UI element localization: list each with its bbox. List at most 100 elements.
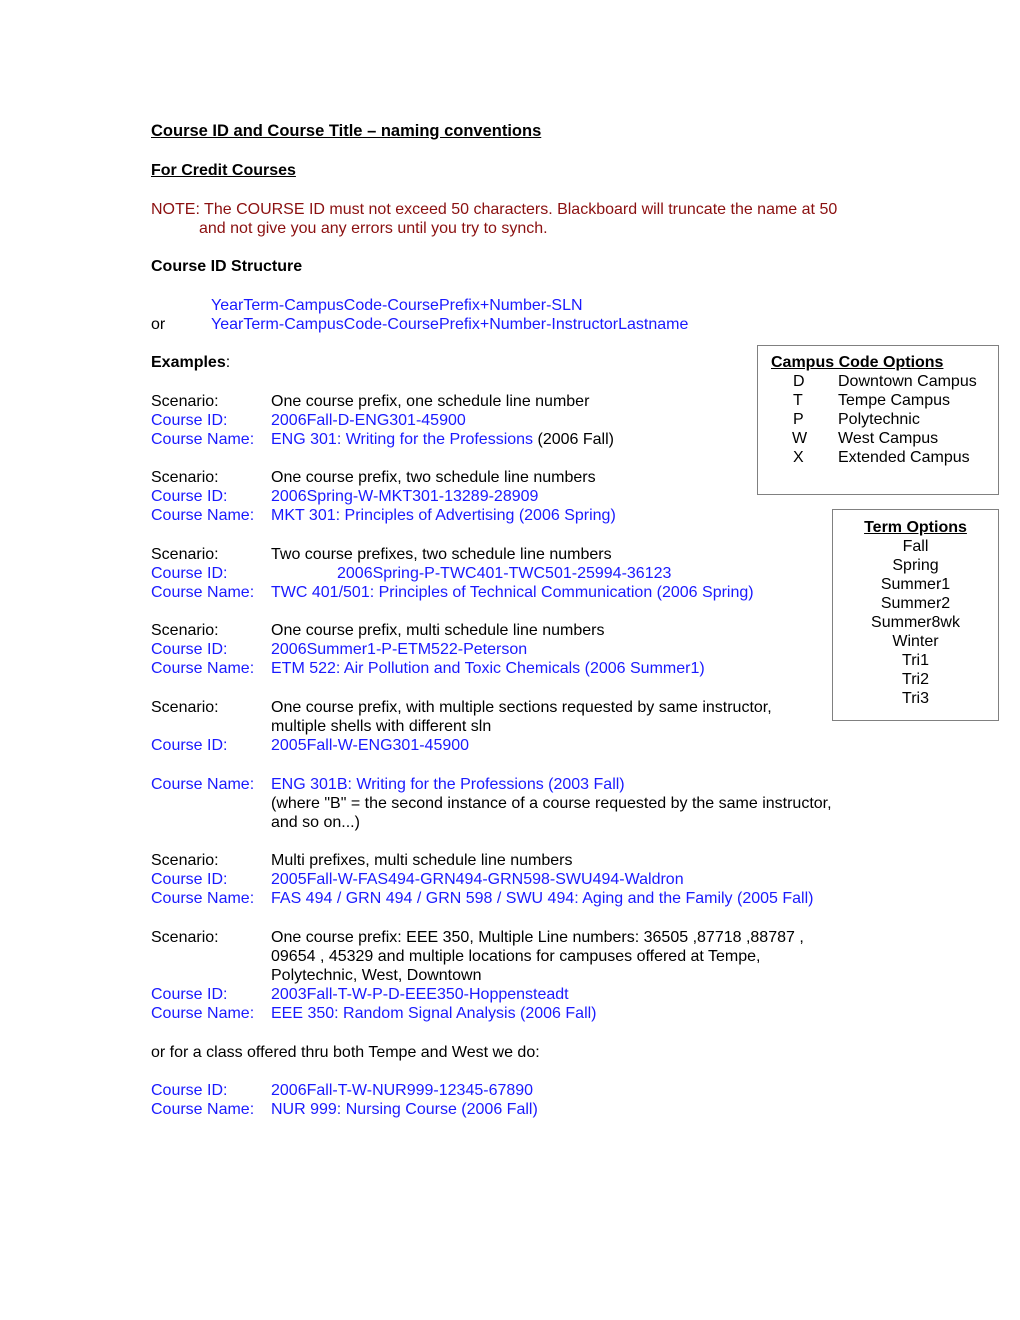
course-name-label: Course Name: xyxy=(151,431,255,448)
course-name-label: Course Name: xyxy=(151,1101,255,1118)
course-id-label: Course ID: xyxy=(151,641,228,658)
scenario-label: Scenario: xyxy=(151,929,219,946)
course-id-label: Course ID: xyxy=(151,871,228,888)
campus-code-item: D xyxy=(793,373,805,390)
course-id-value: 2005Fall-W-ENG301-45900 xyxy=(271,737,470,754)
example-5-course-name: Course Name: ENG 301B: Writing for the P… xyxy=(0,775,1020,794)
course-id-label: Course ID: xyxy=(151,412,228,429)
or-label: or xyxy=(151,316,166,333)
term-option-item: Spring xyxy=(892,557,939,574)
structure-pattern-instructor: YearTerm-CampusCode-CoursePrefix+Number-… xyxy=(211,316,689,333)
scenario-label: Scenario: xyxy=(151,852,219,869)
campus-name-item: Tempe Campus xyxy=(838,392,951,409)
course-name-label: Course Name: xyxy=(151,507,255,524)
campus-code-item: P xyxy=(793,411,804,428)
scenario-text: Multi prefixes, multi schedule line numb… xyxy=(271,852,573,869)
note-line-2: and not give you any errors until you tr… xyxy=(199,220,548,237)
example-6-course-id: Course ID: 2005Fall-W-FAS494-GRN494-GRN5… xyxy=(0,870,1020,889)
course-name-value: ENG 301: Writing for the Professions (20… xyxy=(271,430,614,449)
course-id-label: Course ID: xyxy=(151,986,228,1003)
example-7-scenario-cont-1: 09654 , 45329 and multiple locations for… xyxy=(0,947,1020,966)
alt-example-intro: or for a class offered thru both Tempe a… xyxy=(151,1044,540,1061)
note-text-line-2: and so on...) xyxy=(271,814,360,831)
course-name-value: ENG 301B: Writing for the Professions (2… xyxy=(271,776,625,793)
course-id-value: 2005Fall-W-FAS494-GRN494-GRN598-SWU494-W… xyxy=(271,871,684,888)
campus-code-item: X xyxy=(793,449,804,466)
course-name-term: (2006 Fall) xyxy=(533,431,614,448)
scenario-text-line-3: Polytechnic, West, Downtown xyxy=(271,967,482,984)
term-option-item: Tri1 xyxy=(902,652,929,669)
term-options-heading: Term Options xyxy=(864,519,967,536)
example-5-course-id: Course ID: 2005Fall-W-ENG301-45900 xyxy=(0,736,1020,755)
course-name-label: Course Name: xyxy=(151,776,255,793)
note-text-line-1: (where "B" = the second instance of a co… xyxy=(271,795,832,812)
course-name-label: Course Name: xyxy=(151,584,255,601)
scenario-text-line-1: One course prefix, with multiple section… xyxy=(271,699,772,716)
scenario-text-line-2: multiple shells with different sln xyxy=(271,718,492,735)
page-title: Course ID and Course Title – naming conv… xyxy=(151,122,542,140)
scenario-text: One course prefix, multi schedule line n… xyxy=(271,622,605,639)
scenario-label: Scenario: xyxy=(151,393,219,410)
term-option-item: Tri2 xyxy=(902,671,929,688)
examples-heading-text: Examples xyxy=(151,354,226,371)
course-id-value: 2006Fall-D-ENG301-45900 xyxy=(271,412,466,429)
course-id-value: 2006Fall-T-W-NUR999-12345-67890 xyxy=(271,1082,534,1099)
course-id-structure-heading: Course ID Structure xyxy=(151,258,303,275)
example-7-course-id: Course ID: 2003Fall-T-W-P-D-EEE350-Hoppe… xyxy=(0,985,1020,1004)
campus-name-item: West Campus xyxy=(838,430,939,447)
course-name-label: Course Name: xyxy=(151,660,255,677)
course-name-label: Course Name: xyxy=(151,1005,255,1022)
term-option-item: Summer1 xyxy=(880,576,951,593)
example-7-course-name: Course Name: EEE 350: Random Signal Anal… xyxy=(0,1004,1020,1023)
course-name-value: ETM 522: Air Pollution and Toxic Chemica… xyxy=(271,660,705,677)
course-name-value: TWC 401/501: Principles of Technical Com… xyxy=(271,584,754,601)
term-option-item: Tri3 xyxy=(902,690,929,707)
course-id-label: Course ID: xyxy=(151,737,228,754)
example-7-scenario: Scenario: One course prefix: EEE 350, Mu… xyxy=(0,928,1020,947)
course-name-label: Course Name: xyxy=(151,890,255,907)
campus-code-options-box: Campus Code Options D Downtown Campus T … xyxy=(757,345,999,495)
scenario-text-line-2: 09654 , 45329 and multiple locations for… xyxy=(271,948,761,965)
course-id-label: Course ID: xyxy=(151,565,228,582)
example-7-scenario-cont-2: Polytechnic, West, Downtown xyxy=(0,966,1020,985)
term-options-box: Term Options Fall Spring Summer1 Summer2… xyxy=(832,509,999,721)
term-option-item: Summer2 xyxy=(880,595,951,612)
course-id-value: 2006Summer1-P-ETM522-Peterson xyxy=(271,641,528,658)
note-line-1: NOTE: The COURSE ID must not exceed 50 c… xyxy=(151,201,838,218)
course-id-label: Course ID: xyxy=(151,488,228,505)
term-option-item: Summer8wk xyxy=(871,614,960,631)
example-5-note-line-1: (where "B" = the second instance of a co… xyxy=(0,794,1020,813)
alt-example-course-name: Course Name: NUR 999: Nursing Course (20… xyxy=(0,1100,1020,1119)
examples-heading: Examples: xyxy=(151,353,230,372)
course-id-value: 2003Fall-T-W-P-D-EEE350-Hoppensteadt xyxy=(271,986,569,1003)
campus-name-item: Downtown Campus xyxy=(838,373,977,390)
example-6-course-name: Course Name: FAS 494 / GRN 494 / GRN 598… xyxy=(0,889,1020,908)
example-5-note-line-2: and so on...) xyxy=(0,813,1020,832)
example-6-scenario: Scenario: Multi prefixes, multi schedule… xyxy=(0,851,1020,870)
campus-name-item: Extended Campus xyxy=(838,449,970,466)
course-id-label: Course ID: xyxy=(151,1082,228,1099)
course-name-value: EEE 350: Random Signal Analysis (2006 Fa… xyxy=(271,1005,597,1022)
structure-pattern-sln: YearTerm-CampusCode-CoursePrefix+Number-… xyxy=(211,297,583,314)
scenario-label: Scenario: xyxy=(151,622,219,639)
scenario-text: One course prefix, one schedule line num… xyxy=(271,393,590,410)
scenario-text-line-1: One course prefix: EEE 350, Multiple Lin… xyxy=(271,929,804,946)
section-heading-credit-courses: For Credit Courses xyxy=(151,162,296,179)
scenario-text: One course prefix, two schedule line num… xyxy=(271,469,596,486)
campus-code-options-heading: Campus Code Options xyxy=(771,354,944,371)
scenario-text: Two course prefixes, two schedule line n… xyxy=(271,546,612,563)
course-name-text: ENG 301: Writing for the Professions xyxy=(271,431,534,448)
campus-code-item: W xyxy=(792,430,808,447)
campus-name-item: Polytechnic xyxy=(838,411,920,428)
scenario-label: Scenario: xyxy=(151,699,219,716)
course-name-value: NUR 999: Nursing Course (2006 Fall) xyxy=(271,1101,538,1118)
course-name-value: MKT 301: Principles of Advertising (2006… xyxy=(271,507,616,524)
course-id-value: 2006Spring-P-TWC401-TWC501-25994-36123 xyxy=(337,565,672,582)
examples-heading-colon: : xyxy=(225,354,231,371)
course-id-value: 2006Spring-W-MKT301-13289-28909 xyxy=(271,488,539,505)
term-option-item: Fall xyxy=(902,538,929,555)
scenario-label: Scenario: xyxy=(151,546,219,563)
course-name-value: FAS 494 / GRN 494 / GRN 598 / SWU 494: A… xyxy=(271,890,814,907)
term-option-item: Winter xyxy=(892,633,939,650)
alt-example-course-id: Course ID: 2006Fall-T-W-NUR999-12345-678… xyxy=(0,1081,1020,1100)
